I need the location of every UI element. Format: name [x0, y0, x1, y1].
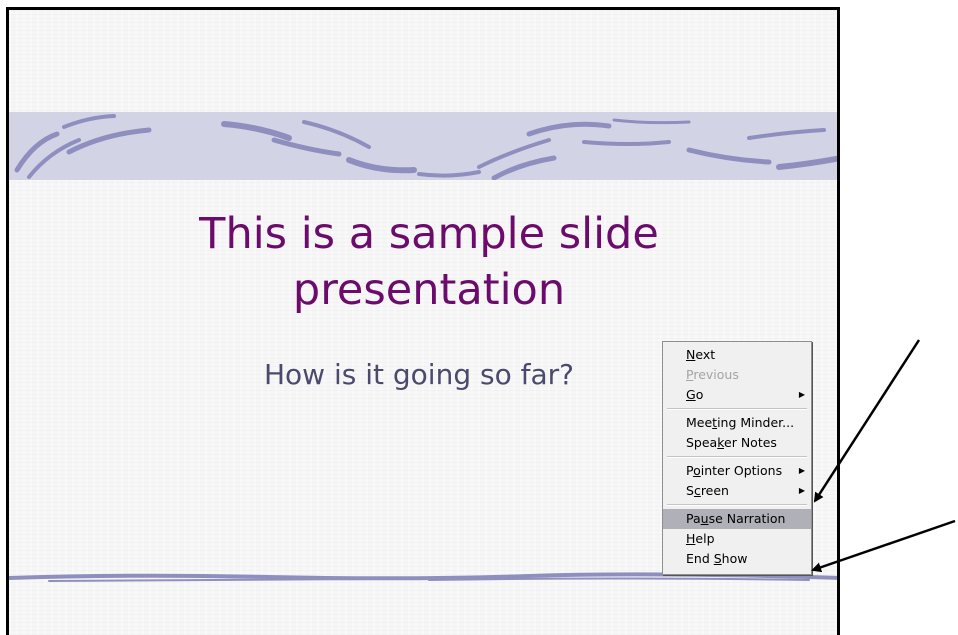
annotation-arrow-end-show	[811, 519, 956, 573]
annotation-arrow-screen	[813, 339, 921, 503]
annotation-arrows	[811, 339, 956, 573]
